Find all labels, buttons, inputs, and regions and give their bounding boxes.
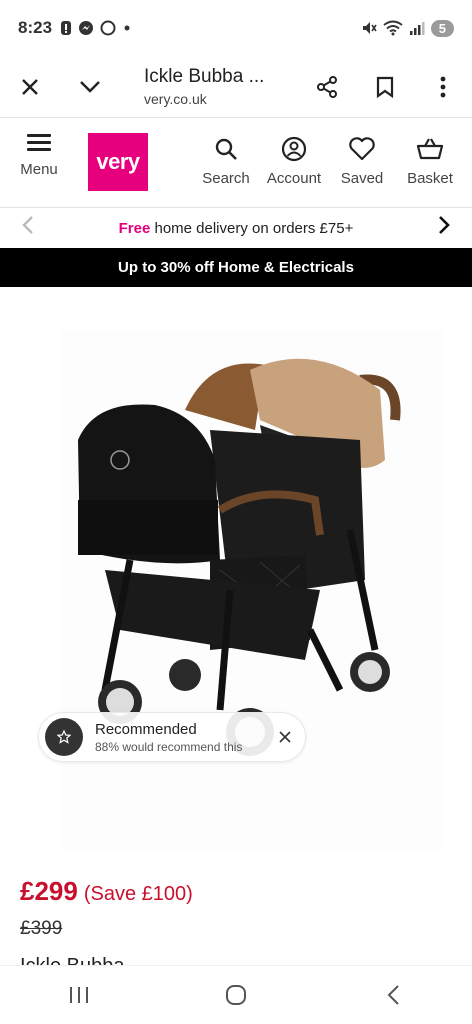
heart-icon (349, 137, 375, 161)
very-logo[interactable]: very (88, 133, 148, 191)
more-options-button[interactable] (414, 56, 472, 118)
close-icon (279, 730, 291, 743)
sale-banner[interactable]: Up to 30% off Home & Electricals (0, 248, 472, 287)
save-amount: (Save £100) (83, 883, 193, 905)
status-bar: 8:23 5 (0, 0, 472, 56)
bookmark-button[interactable] (356, 56, 414, 118)
chevron-down-icon (80, 80, 100, 93)
recommended-toast[interactable]: Recommended 88% would recommend this (38, 712, 306, 762)
price-row: £299 (Save £100) (20, 876, 193, 907)
basket-label: Basket (407, 170, 453, 187)
recent-apps-button[interactable] (39, 975, 119, 1015)
more-vertical-icon (440, 76, 446, 97)
hamburger-icon (27, 134, 51, 151)
close-tab-button[interactable] (0, 56, 60, 118)
browser-toolbar: Ickle Bubba ... very.co.uk (0, 56, 472, 118)
product-image[interactable] (60, 330, 444, 850)
toast-title: Recommended (95, 720, 197, 738)
promo-next-button[interactable] (438, 215, 450, 241)
alert-icon (61, 21, 72, 35)
menu-button[interactable]: Menu (14, 134, 64, 178)
star-badge (45, 718, 83, 756)
chevron-right-icon (439, 216, 450, 234)
share-button[interactable] (298, 56, 356, 118)
promo-free: Free (118, 219, 151, 237)
share-icon (317, 75, 337, 98)
double-pushchair-image (60, 330, 444, 850)
battery-indicator: 5 (430, 19, 454, 37)
wifi-icon (383, 20, 403, 36)
dot-icon (124, 25, 130, 31)
nav-account[interactable]: Account (260, 132, 328, 187)
mute-icon (362, 22, 377, 34)
account-label: Account (266, 170, 322, 187)
was-price: £399 (20, 918, 63, 939)
current-price: £299 (20, 876, 78, 906)
chevron-left-icon (22, 216, 33, 234)
bookmark-icon (376, 76, 394, 98)
search-label: Search (202, 170, 250, 187)
whatsapp-icon (100, 20, 116, 36)
basket-icon (416, 138, 444, 160)
back-icon (387, 985, 400, 1005)
menu-label: Menu (20, 161, 58, 178)
close-icon (22, 78, 38, 95)
recent-apps-icon (69, 987, 88, 1003)
nav-basket[interactable]: Basket (396, 132, 464, 187)
signal-icon (409, 22, 425, 35)
home-button[interactable] (196, 975, 276, 1015)
site-header: Menu very Search Account Saved Basket (0, 118, 472, 208)
promo-rest: home delivery on orders £75+ (150, 219, 354, 237)
minimize-button[interactable] (60, 56, 120, 118)
back-button[interactable] (353, 975, 433, 1015)
page-info[interactable]: Ickle Bubba ... very.co.uk (120, 66, 298, 107)
star-icon (57, 730, 71, 744)
saved-label: Saved (340, 170, 384, 187)
promo-text[interactable]: Free home delivery on orders £75+ (119, 220, 354, 237)
toast-close-button[interactable] (273, 727, 297, 748)
system-nav-bar (0, 965, 472, 1024)
nav-search[interactable]: Search (192, 132, 260, 187)
promo-prev-button[interactable] (22, 215, 34, 241)
home-icon (225, 985, 246, 1005)
messenger-icon (79, 21, 94, 35)
nav-saved[interactable]: Saved (328, 132, 396, 187)
page-url: very.co.uk (144, 91, 207, 107)
account-icon (281, 136, 307, 162)
page-title: Ickle Bubba ... (144, 66, 265, 87)
promo-carousel: Free home delivery on orders £75+ (0, 208, 472, 248)
search-icon (215, 138, 237, 160)
toast-subtitle: 88% would recommend this (95, 739, 243, 754)
status-time: 8:23 (18, 18, 53, 37)
